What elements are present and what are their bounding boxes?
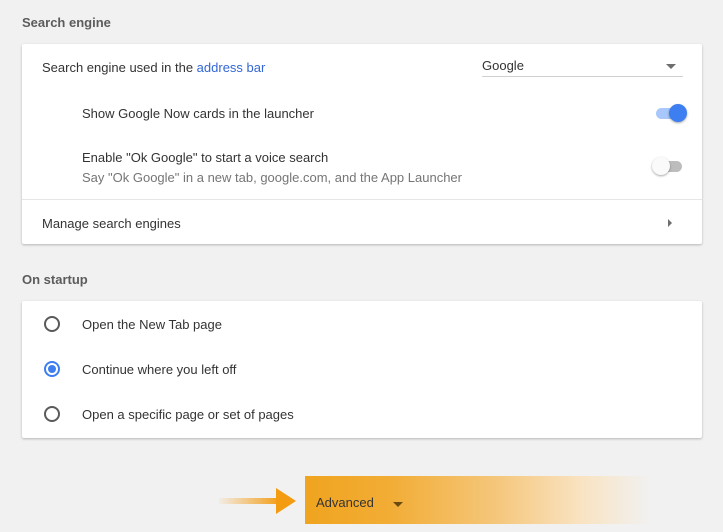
ok-google-row: Enable "Ok Google" to start a voice sear… — [22, 134, 702, 199]
startup-option-new-tab[interactable]: Open the New Tab page — [22, 301, 702, 346]
ok-google-toggle[interactable] — [652, 156, 682, 176]
on-startup-section-title: On startup — [22, 272, 88, 287]
search-engine-section-title: Search engine — [22, 15, 111, 30]
search-engine-label: Search engine used in the address bar — [42, 60, 265, 75]
ok-google-sublabel: Say "Ok Google" in a new tab, google.com… — [82, 170, 462, 185]
google-now-row: Show Google Now cards in the launcher — [22, 89, 702, 134]
chevron-right-icon — [668, 219, 672, 227]
ok-google-label: Enable "Ok Google" to start a voice sear… — [82, 150, 329, 165]
google-now-toggle[interactable] — [654, 103, 687, 123]
radio-checked-icon[interactable] — [44, 361, 60, 377]
startup-option-label: Open a specific page or set of pages — [82, 407, 294, 422]
on-startup-card: Open the New Tab page Continue where you… — [22, 301, 702, 438]
toggle-knob — [669, 104, 687, 122]
advanced-button[interactable]: Advanced — [305, 476, 650, 524]
search-engine-card: Search engine used in the address bar Go… — [22, 44, 702, 244]
radio-unchecked-icon[interactable] — [44, 316, 60, 332]
address-bar-link[interactable]: address bar — [197, 60, 266, 75]
chevron-down-icon — [666, 64, 676, 69]
pointer-arrow-icon — [276, 488, 296, 514]
pointer-arrow-shaft — [219, 498, 281, 504]
manage-search-engines-row[interactable]: Manage search engines — [22, 200, 702, 244]
search-engine-select[interactable]: Google — [482, 56, 683, 77]
radio-unchecked-icon[interactable] — [44, 406, 60, 422]
startup-option-label: Open the New Tab page — [82, 317, 222, 332]
advanced-label: Advanced — [316, 495, 374, 510]
chevron-down-icon — [393, 502, 403, 507]
startup-option-continue[interactable]: Continue where you left off — [22, 346, 702, 391]
search-engine-label-text: Search engine used in the — [42, 60, 197, 75]
toggle-knob — [652, 157, 670, 175]
search-engine-select-value: Google — [482, 58, 524, 73]
manage-search-engines-label: Manage search engines — [42, 216, 181, 231]
google-now-label: Show Google Now cards in the launcher — [82, 106, 314, 121]
startup-option-label: Continue where you left off — [82, 362, 237, 377]
startup-option-specific-pages[interactable]: Open a specific page or set of pages — [22, 391, 702, 436]
search-engine-row: Search engine used in the address bar Go… — [22, 44, 702, 89]
